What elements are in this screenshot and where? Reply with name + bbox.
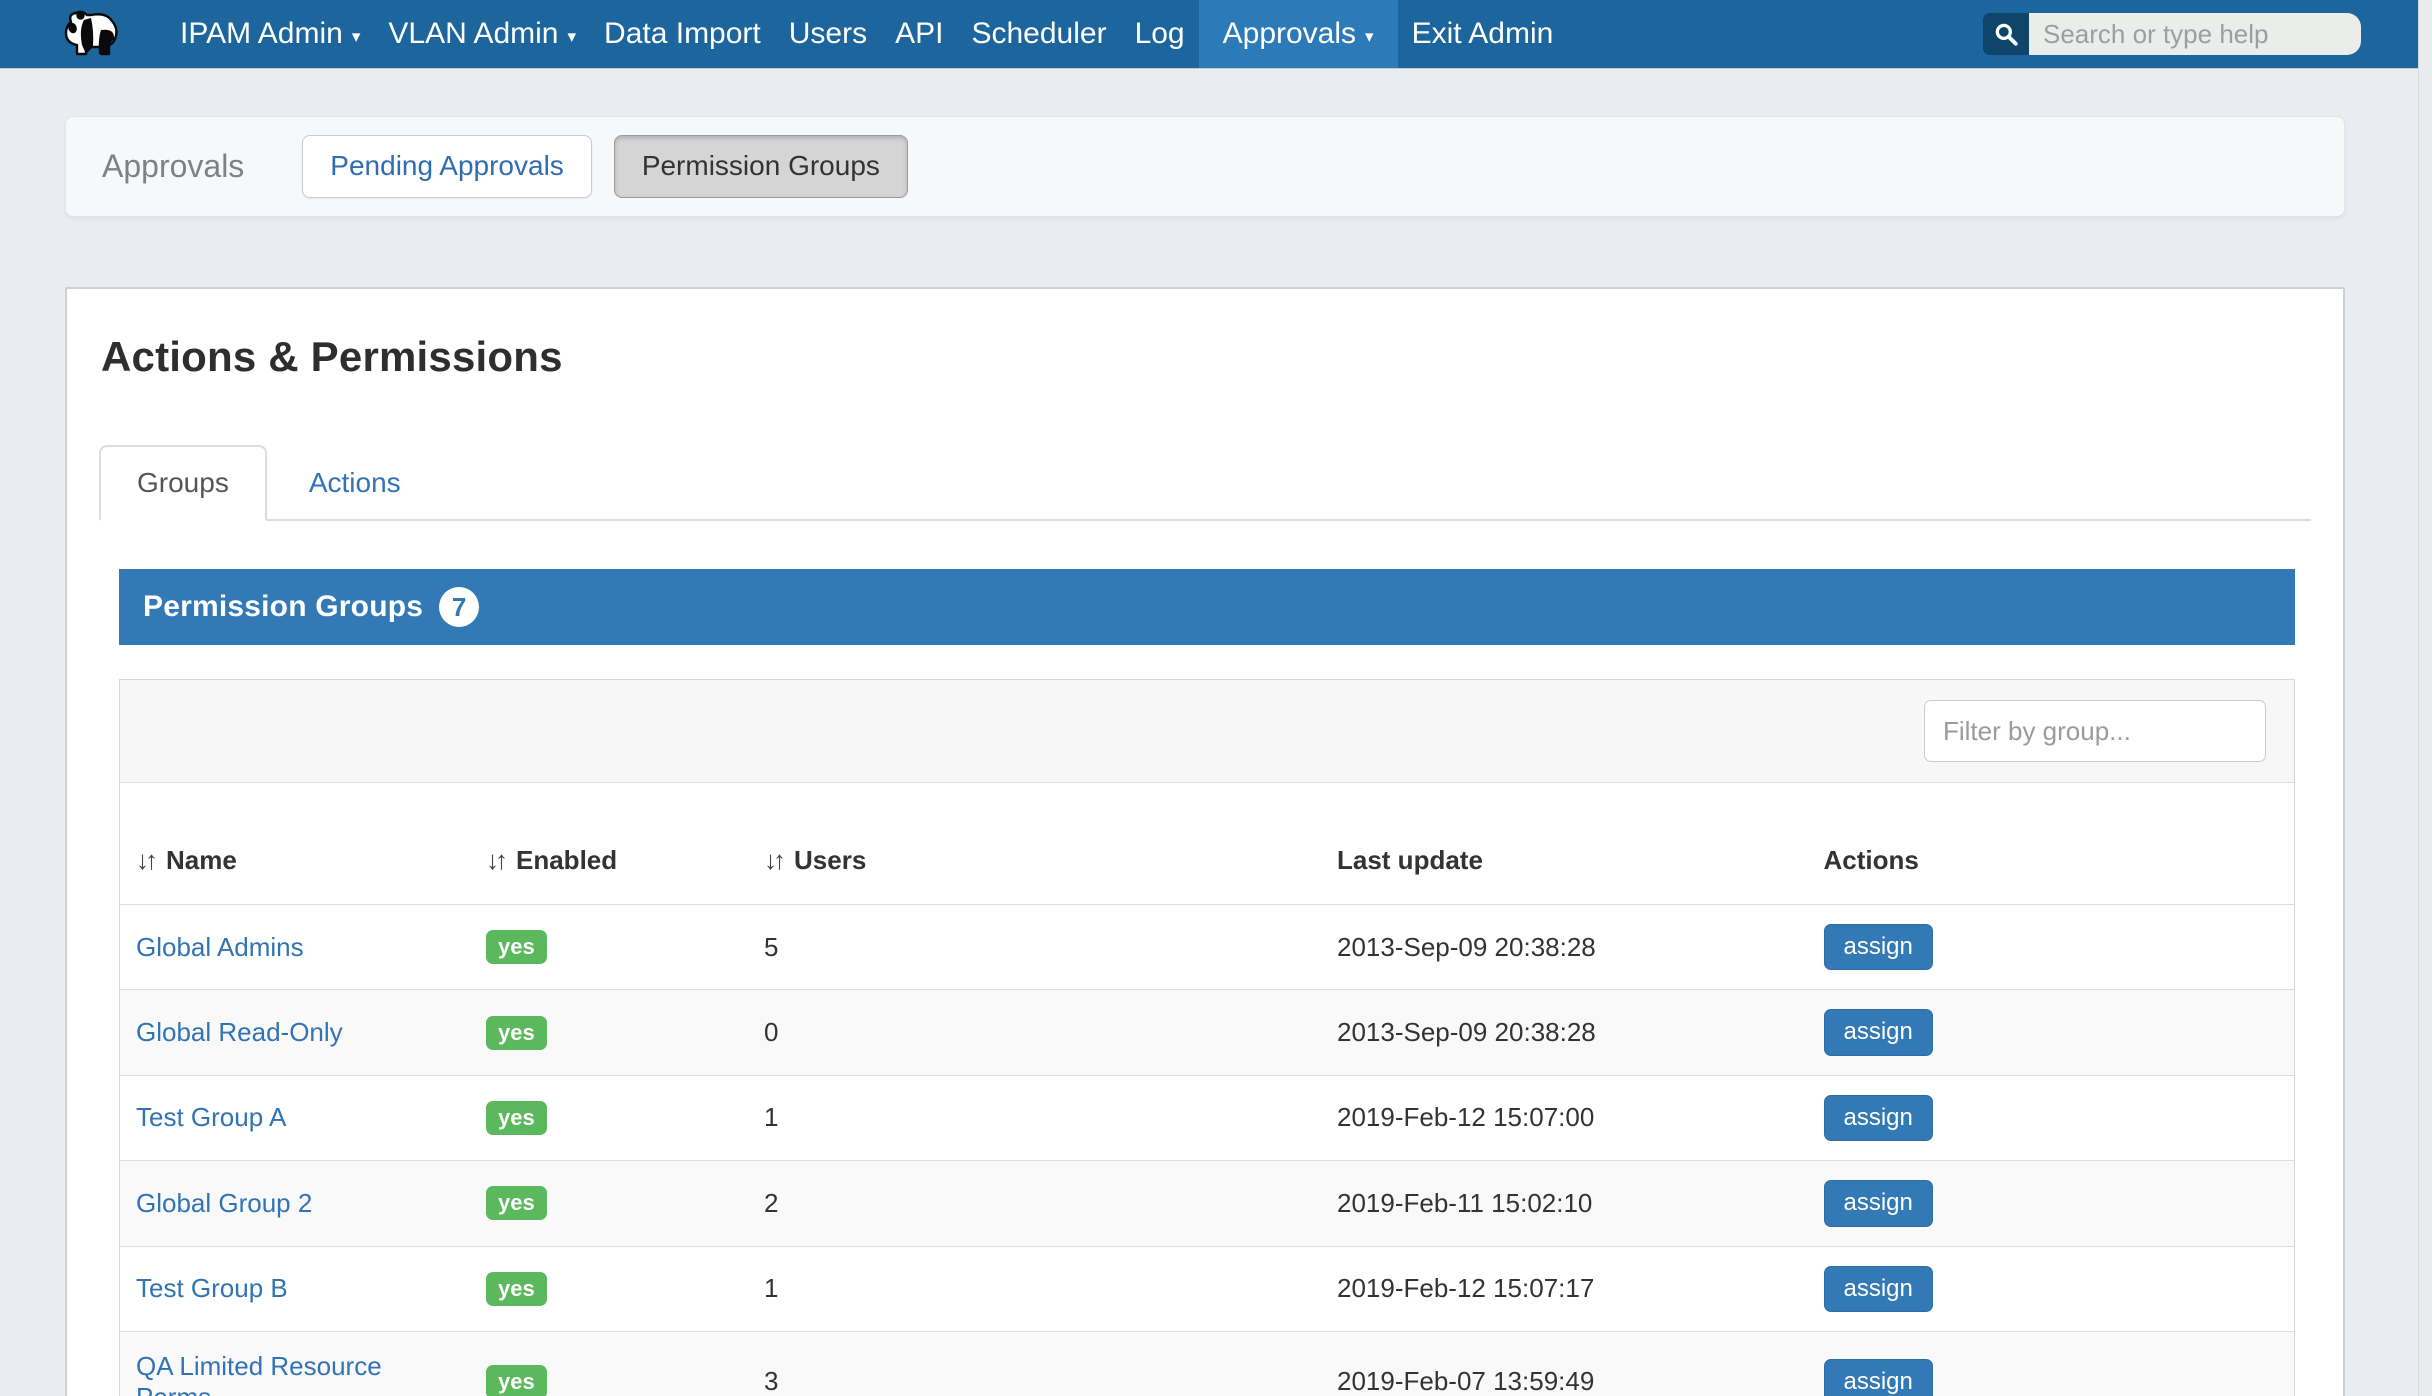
tab-actions[interactable]: Actions <box>267 447 443 519</box>
table-row: Global Read-Only yes 0 2013-Sep-09 20:38… <box>120 990 2294 1075</box>
group-name-link[interactable]: Test Group B <box>136 1273 288 1303</box>
group-name-link[interactable]: QA Limited Resource Perms <box>136 1351 382 1396</box>
sort-icon[interactable]: ↓↑ <box>136 845 154 875</box>
navbar-item-label: Users <box>789 17 867 51</box>
users-count: 5 <box>748 905 1321 990</box>
table-row: QA Limited Resource Perms yes 3 2019-Feb… <box>120 1331 2294 1396</box>
last-update: 2019-Feb-12 15:07:00 <box>1321 1075 1808 1160</box>
tab-bar: Groups Actions <box>99 445 2311 521</box>
enabled-badge: yes <box>486 1272 547 1306</box>
navbar-item-label: IPAM Admin <box>180 17 343 51</box>
last-update: 2013-Sep-09 20:38:28 <box>1321 905 1808 990</box>
column-label: Last update <box>1337 845 1483 875</box>
pending-approvals-button[interactable]: Pending Approvals <box>302 135 592 197</box>
enabled-badge: yes <box>486 1016 547 1050</box>
column-label: Actions <box>1824 845 1919 875</box>
search-input[interactable] <box>2029 13 2361 55</box>
navbar-item[interactable]: Scheduler <box>957 0 1120 68</box>
navbar-item-label: Data Import <box>604 17 761 51</box>
column-label: Enabled <box>516 845 617 875</box>
permission-groups-table: ↓↑ Name ↓↑ Enabled ↓↑ Users <box>120 783 2294 1396</box>
filter-by-group-input[interactable] <box>1924 700 2266 762</box>
column-header[interactable]: ↓↑ Name <box>120 783 470 905</box>
permission-groups-button[interactable]: Permission Groups <box>614 135 908 197</box>
group-name-link[interactable]: Global Admins <box>136 932 304 962</box>
navbar-item-label: Log <box>1135 17 1185 51</box>
column-header[interactable]: Actions <box>1808 783 2295 905</box>
assign-button[interactable]: assign <box>1824 1180 1933 1226</box>
sort-icon[interactable]: ↓↑ <box>764 845 782 875</box>
group-name-link[interactable]: Global Read-Only <box>136 1017 343 1047</box>
table-row: Global Admins yes 5 2013-Sep-09 20:38:28… <box>120 905 2294 990</box>
navbar-item[interactable]: Log <box>1121 0 1199 68</box>
approvals-header-bar: Approvals Pending Approvals Permission G… <box>65 116 2345 217</box>
chevron-down-icon: ▾ <box>567 28 576 45</box>
users-count: 2 <box>748 1161 1321 1246</box>
assign-button[interactable]: assign <box>1824 924 1933 970</box>
navbar-search <box>1983 13 2361 55</box>
column-header[interactable]: Last update <box>1321 783 1808 905</box>
column-label: Users <box>794 845 866 875</box>
panda-logo-icon[interactable] <box>58 9 122 59</box>
sort-icon[interactable]: ↓↑ <box>486 845 504 875</box>
navbar-item[interactable]: Approvals ▾ <box>1199 0 1398 68</box>
column-label: Name <box>166 845 237 875</box>
actions-permissions-panel: Actions & Permissions Groups Actions Per… <box>65 287 2345 1396</box>
navbar-item-label: VLAN Admin <box>388 17 558 51</box>
navbar-item-label: API <box>895 17 943 51</box>
group-name-link[interactable]: Test Group A <box>136 1102 286 1132</box>
navbar-item-label: Scheduler <box>971 17 1106 51</box>
permission-groups-header: Permission Groups 7 <box>119 569 2295 645</box>
navbar-menu: IPAM Admin ▾ VLAN Admin ▾ Data Import Us… <box>166 0 1567 68</box>
column-header[interactable]: ↓↑ Enabled <box>470 783 748 905</box>
table-header-row: ↓↑ Name ↓↑ Enabled ↓↑ Users <box>120 783 2294 905</box>
enabled-badge: yes <box>486 1186 547 1220</box>
users-count: 0 <box>748 990 1321 1075</box>
table-row: Test Group A yes 1 2019-Feb-12 15:07:00 … <box>120 1075 2294 1160</box>
last-update: 2013-Sep-09 20:38:28 <box>1321 990 1808 1075</box>
navbar-item[interactable]: IPAM Admin ▾ <box>166 0 374 68</box>
column-header[interactable]: ↓↑ Users <box>748 783 1321 905</box>
permission-groups-title: Permission Groups <box>143 590 423 624</box>
users-count: 1 <box>748 1075 1321 1160</box>
scrollbar[interactable] <box>2418 0 2432 1396</box>
enabled-badge: yes <box>486 930 547 964</box>
last-update: 2019-Feb-11 15:02:10 <box>1321 1161 1808 1246</box>
chevron-down-icon: ▾ <box>352 28 361 45</box>
assign-button[interactable]: assign <box>1824 1359 1933 1396</box>
tab-groups[interactable]: Groups <box>99 445 267 521</box>
assign-button[interactable]: assign <box>1824 1095 1933 1141</box>
navbar-item[interactable]: Data Import <box>590 0 775 68</box>
users-count: 1 <box>748 1246 1321 1331</box>
navbar-item[interactable]: Users <box>775 0 881 68</box>
section-title: Approvals <box>102 148 244 185</box>
chevron-down-icon: ▾ <box>1365 28 1374 45</box>
navbar-item[interactable]: Exit Admin <box>1398 0 1568 68</box>
navbar-item[interactable]: VLAN Admin ▾ <box>374 0 590 68</box>
last-update: 2019-Feb-07 13:59:49 <box>1321 1331 1808 1396</box>
enabled-badge: yes <box>486 1365 547 1396</box>
table-row: Test Group B yes 1 2019-Feb-12 15:07:17 … <box>120 1246 2294 1331</box>
search-icon[interactable] <box>1983 13 2029 55</box>
groups-tab-content: Permission Groups 7 ↓↑ Name <box>119 569 2295 1396</box>
filter-row <box>120 680 2294 783</box>
navbar-item[interactable]: API <box>881 0 957 68</box>
group-count-badge: 7 <box>439 587 479 627</box>
assign-button[interactable]: assign <box>1824 1009 1933 1055</box>
navbar-item-label: Approvals <box>1223 17 1356 51</box>
last-update: 2019-Feb-12 15:07:17 <box>1321 1246 1808 1331</box>
group-name-link[interactable]: Global Group 2 <box>136 1188 312 1218</box>
groups-table-container: ↓↑ Name ↓↑ Enabled ↓↑ Users <box>119 679 2295 1396</box>
navbar-item-label: Exit Admin <box>1412 17 1554 51</box>
enabled-badge: yes <box>486 1101 547 1135</box>
users-count: 3 <box>748 1331 1321 1396</box>
assign-button[interactable]: assign <box>1824 1266 1933 1312</box>
table-row: Global Group 2 yes 2 2019-Feb-11 15:02:1… <box>120 1161 2294 1246</box>
top-navbar: IPAM Admin ▾ VLAN Admin ▾ Data Import Us… <box>0 0 2432 68</box>
page-title: Actions & Permissions <box>101 333 2311 381</box>
